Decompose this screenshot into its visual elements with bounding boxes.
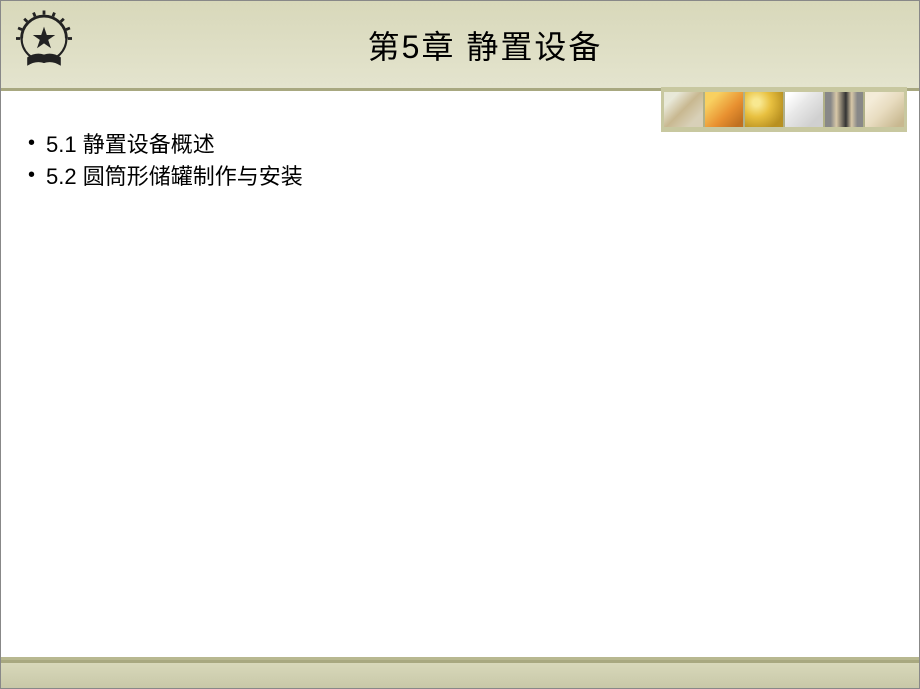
- thumb-icon: [744, 92, 784, 127]
- slide-footer: [1, 660, 919, 688]
- list-item: 5.2 圆筒形储罐制作与安装: [26, 161, 894, 193]
- thumb-icon: [784, 92, 824, 127]
- slide-content: 5.1 静置设备概述 5.2 圆筒形储罐制作与安装: [1, 91, 919, 660]
- bullet-list: 5.1 静置设备概述 5.2 圆筒形储罐制作与安装: [26, 129, 894, 193]
- thumbnail-strip: [661, 87, 907, 132]
- slide-header: 第5章 静置设备: [1, 1, 919, 91]
- logo-emblem-icon: [9, 7, 79, 77]
- list-item: 5.1 静置设备概述: [26, 129, 894, 161]
- thumb-icon: [864, 92, 904, 127]
- slide-title: 第5章 静置设备: [1, 22, 919, 68]
- thumb-icon: [664, 92, 704, 127]
- thumb-icon: [704, 92, 744, 127]
- thumb-icon: [824, 92, 864, 127]
- slide-container: 第5章 静置设备 5.1 静置设备概述 5.2 圆筒形储罐制作与安装: [0, 0, 920, 689]
